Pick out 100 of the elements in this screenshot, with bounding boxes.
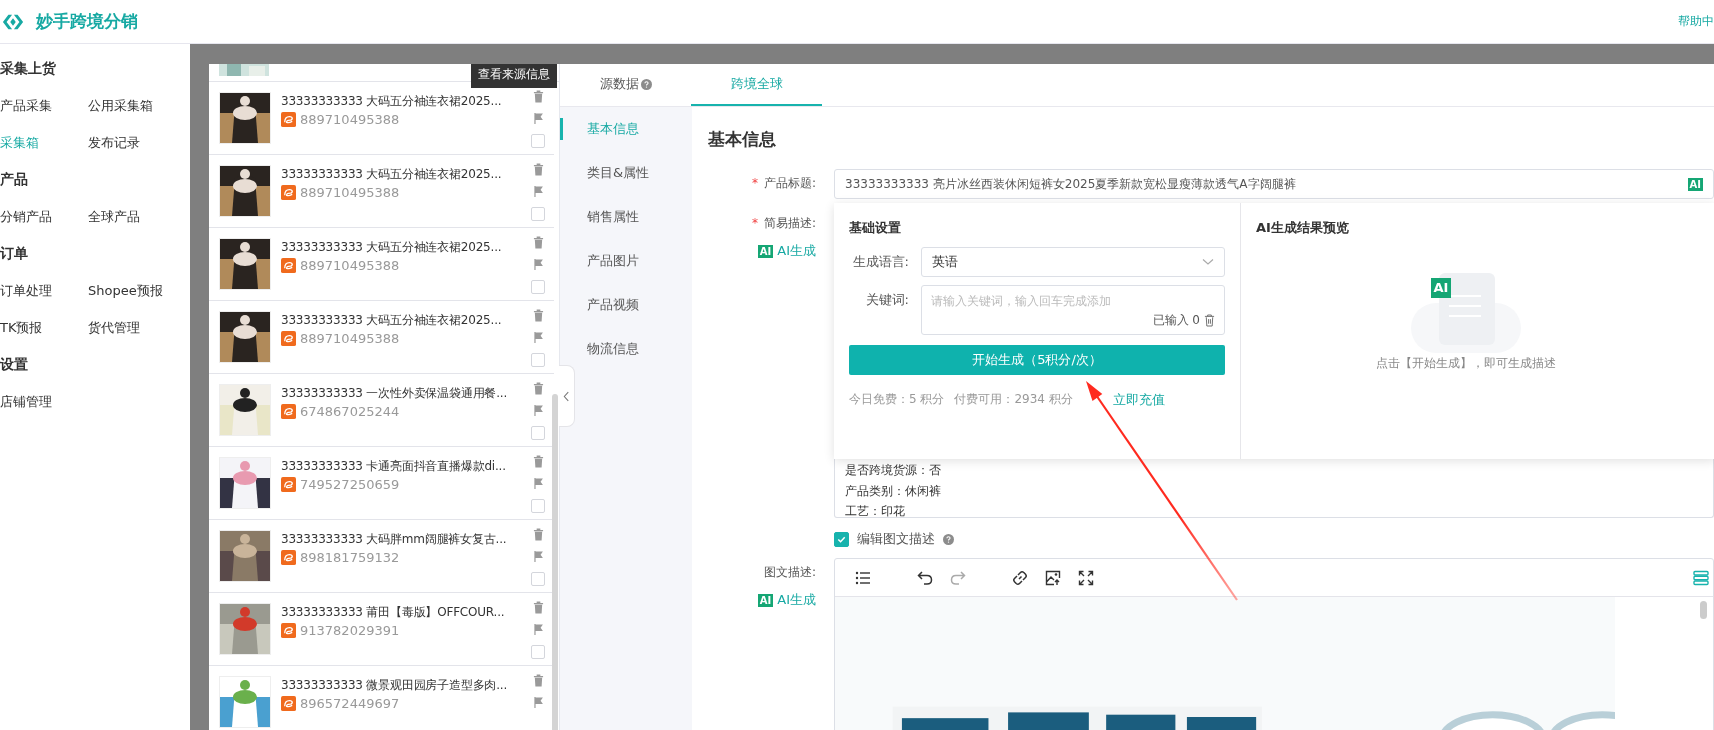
product-id: 898181759132 [300, 550, 400, 565]
source-logo-icon [281, 331, 296, 346]
language-select[interactable]: 英语 [921, 247, 1225, 277]
sidebar-item[interactable]: 店铺管理 [0, 392, 52, 411]
sidebar-item[interactable]: 公用采集箱 [88, 96, 153, 115]
scrollbar-thumb[interactable] [552, 394, 558, 730]
field-label: 生成语言: [851, 253, 910, 271]
product-id: 674867025244 [300, 404, 400, 419]
source-logo-icon [281, 112, 296, 127]
description-textarea[interactable]: 是否跨境货源：否 产品类别：休闲裤 工艺：印花 [834, 457, 1714, 518]
description-line: 工艺：印花 [845, 503, 906, 520]
product-id: 749527250659 [300, 477, 400, 492]
keywords-input-field[interactable]: 请输入关键词，输入回车完成添加 已输入 0 [921, 285, 1225, 335]
flag-icon[interactable] [532, 258, 544, 271]
title-input-field[interactable]: 33333333333 亮片冰丝西装休闲短裤女2025夏季新款宽松显瘦薄款透气A字阔腿裤 AI [834, 169, 1714, 199]
list-icon[interactable] [855, 569, 871, 586]
trash-icon[interactable] [532, 382, 544, 395]
product-title[interactable]: 33333333333 大码五分袖连衣裙2025... [281, 312, 526, 329]
keyword-count: 已输入 0 [1152, 312, 1200, 329]
product-title[interactable]: 33333333333 一次性外卖保温袋通用餐... [281, 385, 526, 402]
field-label: 关键词: [864, 291, 910, 309]
product-title[interactable]: 33333333333 微景观田园房子造型多肉... [281, 677, 526, 694]
tab[interactable]: 源数据 [560, 64, 691, 106]
section-nav-item[interactable]: 产品图片 [560, 250, 692, 272]
chevron-down-icon[interactable] [1202, 258, 1214, 266]
product-title[interactable]: 33333333333 卡通亮面抖音直播爆款di... [281, 458, 526, 475]
product-id: 889710495388 [300, 185, 400, 200]
sidebar-item[interactable]: 全球产品 [88, 207, 140, 226]
product-title[interactable]: 33333333333 莆田【毒版】OFFCOUR... [281, 604, 526, 621]
sidebar-section-title: 产品 [0, 170, 29, 189]
scrollbar-thumb[interactable] [1700, 601, 1707, 619]
sidebar-section-title: 设置 [0, 355, 29, 374]
sidebar-item[interactable]: Shopee预报 [88, 281, 163, 300]
sidebar-item[interactable]: 订单处理 [0, 281, 52, 300]
checkbox[interactable] [531, 572, 545, 586]
required-mark: * [751, 176, 758, 190]
checkbox[interactable] [531, 207, 545, 221]
fullscreen-icon[interactable] [1078, 569, 1094, 586]
source-logo-icon [281, 185, 296, 200]
section-nav-item[interactable]: 类目&属性 [560, 162, 692, 184]
checkbox[interactable] [531, 353, 545, 367]
trash-icon[interactable] [532, 236, 544, 249]
product-id: 889710495388 [300, 258, 400, 273]
trash-icon[interactable] [532, 309, 544, 322]
chevron-left-icon[interactable] [563, 390, 570, 402]
source-logo-icon [281, 623, 296, 638]
trash-icon[interactable] [532, 163, 544, 176]
flag-icon[interactable] [532, 112, 544, 125]
checkbox[interactable] [531, 499, 545, 513]
checkbox[interactable] [531, 134, 545, 148]
sidebar-item[interactable]: 发布记录 [88, 133, 140, 152]
sidebar-section-title: 采集上货 [0, 59, 57, 78]
required-mark: * [751, 216, 758, 230]
paid-credits: 付费可用：2934 积分 [954, 391, 1073, 408]
section-nav-item[interactable]: 销售属性 [560, 206, 692, 228]
empty-hint: 点击【开始生成】，即可生成描述 [1375, 355, 1556, 372]
flag-icon[interactable] [532, 404, 544, 417]
ai-badge-icon: AI [1430, 278, 1452, 298]
section-nav-item[interactable]: 产品视频 [560, 294, 692, 316]
checkbox[interactable] [531, 426, 545, 440]
trash-icon[interactable] [532, 528, 544, 541]
source-logo-icon [281, 404, 296, 419]
field-label: 图文描述: [763, 564, 816, 581]
keywords-input[interactable]: 请输入关键词，输入回车完成添加 [931, 290, 1215, 312]
trash-icon[interactable] [532, 601, 544, 614]
flag-icon[interactable] [532, 623, 544, 636]
product-title[interactable]: 33333333333 大码五分袖连衣裙2025... [281, 93, 526, 110]
trash-icon[interactable] [532, 674, 544, 687]
sidebar-item[interactable]: 分销产品 [0, 207, 52, 226]
product-id: 889710495388 [300, 112, 400, 127]
popup-title: 基础设置 [849, 219, 902, 237]
field-label: 简易描述: [763, 216, 816, 230]
product-id: 913782029391 [300, 623, 400, 638]
sidebar-item[interactable]: TK预报 [0, 318, 43, 337]
flag-icon[interactable] [532, 185, 544, 198]
trash-icon[interactable] [532, 90, 544, 103]
checkbox[interactable] [531, 645, 545, 659]
sidebar-item[interactable]: 产品采集 [0, 96, 52, 115]
help-icon[interactable] [640, 78, 652, 90]
section-nav-item[interactable]: 物流信息 [560, 338, 692, 360]
description-line: 产品类别：休闲裤 [845, 482, 941, 500]
layers-icon[interactable] [1693, 569, 1709, 586]
source-logo-icon [281, 696, 296, 711]
product-title[interactable]: 33333333333 大码胖mm阔腿裤女复古... [281, 531, 526, 548]
checkbox[interactable] [531, 280, 545, 294]
flag-icon[interactable] [532, 696, 544, 709]
product-title[interactable]: 33333333333 大码五分袖连衣裙2025... [281, 166, 526, 183]
undo-icon[interactable] [917, 569, 933, 586]
popup-title: AI生成结果预览 [1256, 219, 1350, 237]
image-upload-icon[interactable] [1045, 569, 1061, 586]
help-icon[interactable] [943, 533, 954, 545]
trash-icon[interactable] [532, 455, 544, 468]
product-title[interactable]: 33333333333 大码五分袖连衣裙2025... [281, 239, 526, 256]
flag-icon[interactable] [532, 477, 544, 490]
sidebar-item[interactable]: 货代管理 [88, 318, 140, 337]
trash-icon[interactable] [1204, 314, 1215, 327]
flag-icon[interactable] [532, 550, 544, 563]
flag-icon[interactable] [532, 331, 544, 344]
checkbox-label[interactable]: 编辑图文描述 [857, 530, 935, 548]
link-icon[interactable] [1012, 569, 1028, 586]
